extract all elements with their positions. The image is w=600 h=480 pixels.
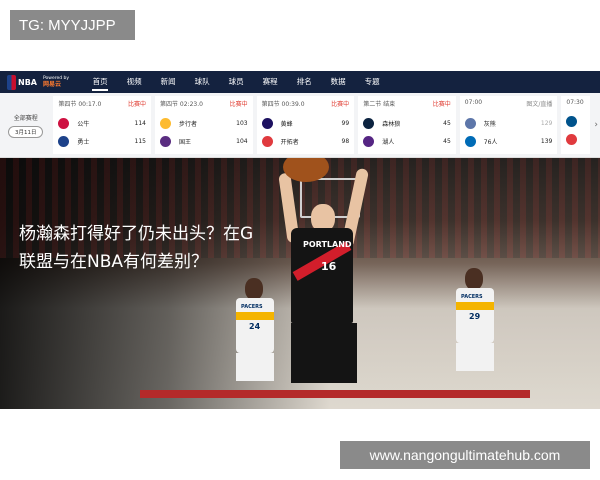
pacers-logo-icon <box>160 117 171 129</box>
jersey-number: 24 <box>249 322 261 331</box>
grizzlies-logo-icon <box>464 117 476 129</box>
pacers-player-29: PACERS 29 <box>452 266 498 386</box>
nav-item-topics[interactable]: 专题 <box>355 71 389 93</box>
game-status: 比赛中 <box>127 101 146 108</box>
chevron-right-icon[interactable]: › <box>592 93 600 157</box>
nav-item-players[interactable]: 球员 <box>219 71 253 93</box>
nav-item-schedule[interactable]: 赛程 <box>253 71 287 93</box>
scores-bar: 全部赛程 3月11日 第四节 00:17.0 比赛中 公牛 114 勇士 115 第四… <box>0 93 600 158</box>
game-period: 第四节 00:39.0 <box>261 101 305 108</box>
game-status: 比赛中 <box>432 101 451 108</box>
powered-by-brand: 网易云 <box>42 81 61 88</box>
jersey-number: 29 <box>469 312 481 321</box>
powered-by: Powered by 网易云 <box>43 76 69 88</box>
team-score: 45 <box>443 119 451 127</box>
nav-item-stats[interactable]: 数据 <box>321 71 355 93</box>
team-name: 黄蜂 <box>280 120 293 128</box>
jersey-team-text: PORTLAND <box>303 240 352 249</box>
player-head <box>465 268 483 290</box>
nav-item-home[interactable]: 首页 <box>83 71 117 93</box>
game-period: 07:00 <box>464 99 483 106</box>
site-watermark: www.nangongultimatehub.com <box>340 441 590 469</box>
player-head <box>245 278 263 300</box>
game-period: 第二节 结束 <box>363 101 396 108</box>
game-period: 第四节 00:17.0 <box>58 101 102 108</box>
team-score: 115 <box>134 137 146 145</box>
hornets-logo-icon <box>261 117 273 129</box>
sixers-logo-icon <box>464 135 476 147</box>
game-card[interactable]: 第二节 结束 比赛中 森林狼 45 湖人 45 <box>358 96 456 154</box>
bulls-logo-icon <box>58 117 70 129</box>
hero-banner[interactable]: PACERS 24 PACERS 29 PORTLAND 16 杨瀚森打得好了仍… <box>0 158 600 409</box>
team-name: 灰熊 <box>483 120 496 128</box>
blazers-player-16: PORTLAND 16 <box>278 167 370 408</box>
team-name: 湖人 <box>382 138 395 146</box>
lakers-logo-icon <box>363 135 375 147</box>
game-card[interactable]: 07:30 <box>561 96 591 154</box>
nav-item-video[interactable]: 视频 <box>117 71 151 93</box>
team-score: 129 <box>540 119 553 127</box>
team-name: 勇士 <box>77 138 90 146</box>
all-schedule-link[interactable]: 全部赛程 <box>14 113 38 122</box>
blazers-logo-icon <box>261 135 273 147</box>
kings-logo-icon <box>160 135 171 147</box>
team-score: 104 <box>236 137 248 145</box>
game-status: 图文/直播 <box>526 101 553 108</box>
team-name: 公牛 <box>77 120 90 128</box>
jersey-team-text: PACERS <box>461 294 483 300</box>
game-card[interactable]: 07:00 图文/直播 灰熊 129 76人 139 <box>459 96 558 154</box>
team-score: 99 <box>341 119 350 127</box>
game-card[interactable]: 第四节 00:39.0 比赛中 黄蜂 99 开拓者 98 <box>256 96 355 154</box>
jersey-band <box>456 302 494 310</box>
game-status: 比赛中 <box>331 101 350 108</box>
team-score: 45 <box>443 137 451 145</box>
nba-page-screenshot: NBA Powered by 网易云 首页 视频 新闻 球队 球员 赛程 排名 … <box>0 71 600 409</box>
hero-headline[interactable]: 杨瀚森打得好了仍未出头？在G联盟与在NBA有何差别？ <box>19 220 259 276</box>
jersey-number: 16 <box>321 260 337 273</box>
timberwolves-logo-icon <box>363 117 375 129</box>
team-name: 森林狼 <box>382 120 401 128</box>
team-name: 国王 <box>179 138 192 146</box>
team-score: 98 <box>341 137 350 145</box>
team-score: 139 <box>540 137 553 145</box>
nba-logo-text[interactable]: NBA <box>18 78 37 87</box>
team-name: 76人 <box>483 138 498 146</box>
pacers-player-24: PACERS 24 <box>232 276 278 396</box>
team-name: 步行者 <box>179 120 198 128</box>
team-score: 103 <box>236 119 248 127</box>
date-selector[interactable]: 3月11日 <box>7 125 44 138</box>
nav-item-teams[interactable]: 球队 <box>185 71 219 93</box>
team-name: 开拓者 <box>280 138 299 146</box>
game-card[interactable]: 第四节 00:17.0 比赛中 公牛 114 勇士 115 <box>53 96 151 154</box>
player-shorts <box>236 353 274 381</box>
hawks-logo-icon <box>566 133 578 145</box>
game-period: 07:30 <box>566 99 584 106</box>
tg-watermark: TG: MYYJJPP <box>10 10 135 40</box>
jersey-band <box>236 312 274 320</box>
schedule-date-column: 全部赛程 3月11日 <box>0 93 51 157</box>
warriors-logo-icon <box>58 135 70 147</box>
jersey-team-text: PACERS <box>241 304 263 310</box>
nav-item-standings[interactable]: 排名 <box>287 71 321 93</box>
nav-item-news[interactable]: 新闻 <box>151 71 185 93</box>
top-nav: NBA Powered by 网易云 首页 视频 新闻 球队 球员 赛程 排名 … <box>0 71 600 93</box>
game-status: 比赛中 <box>229 101 248 108</box>
player-shorts <box>456 343 494 371</box>
game-card[interactable]: 第四节 02:23.0 比赛中 步行者 103 国王 104 <box>155 96 253 154</box>
game-period: 第四节 02:23.0 <box>160 101 203 108</box>
mavericks-logo-icon <box>566 115 578 127</box>
player-shorts <box>291 323 357 383</box>
team-score: 114 <box>134 119 146 127</box>
nav-menu: 首页 视频 新闻 球队 球员 赛程 排名 数据 专题 <box>83 71 389 93</box>
